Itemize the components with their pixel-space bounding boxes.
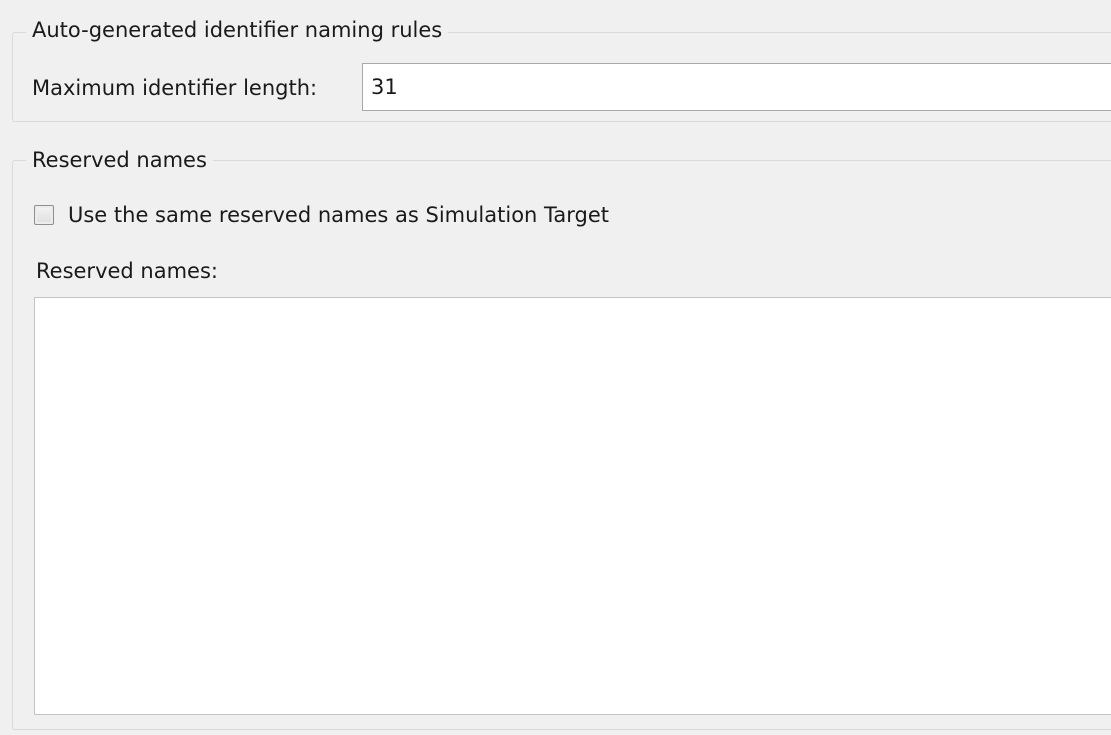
reserved-names-textarea[interactable] <box>34 297 1111 715</box>
reserved-names-label: Reserved names: <box>36 259 218 283</box>
max-identifier-length-input[interactable] <box>362 63 1111 111</box>
reserved-names-group-title: Reserved names <box>26 147 213 173</box>
checkbox-unchecked-icon[interactable] <box>34 205 54 225</box>
max-identifier-length-label: Maximum identifier length: <box>32 76 318 100</box>
naming-rules-group-title: Auto-generated identifier naming rules <box>26 17 449 43</box>
use-same-reserved-names-label[interactable]: Use the same reserved names as Simulatio… <box>68 202 609 228</box>
use-same-reserved-names-checkbox[interactable]: Use the same reserved names as Simulatio… <box>34 202 609 228</box>
